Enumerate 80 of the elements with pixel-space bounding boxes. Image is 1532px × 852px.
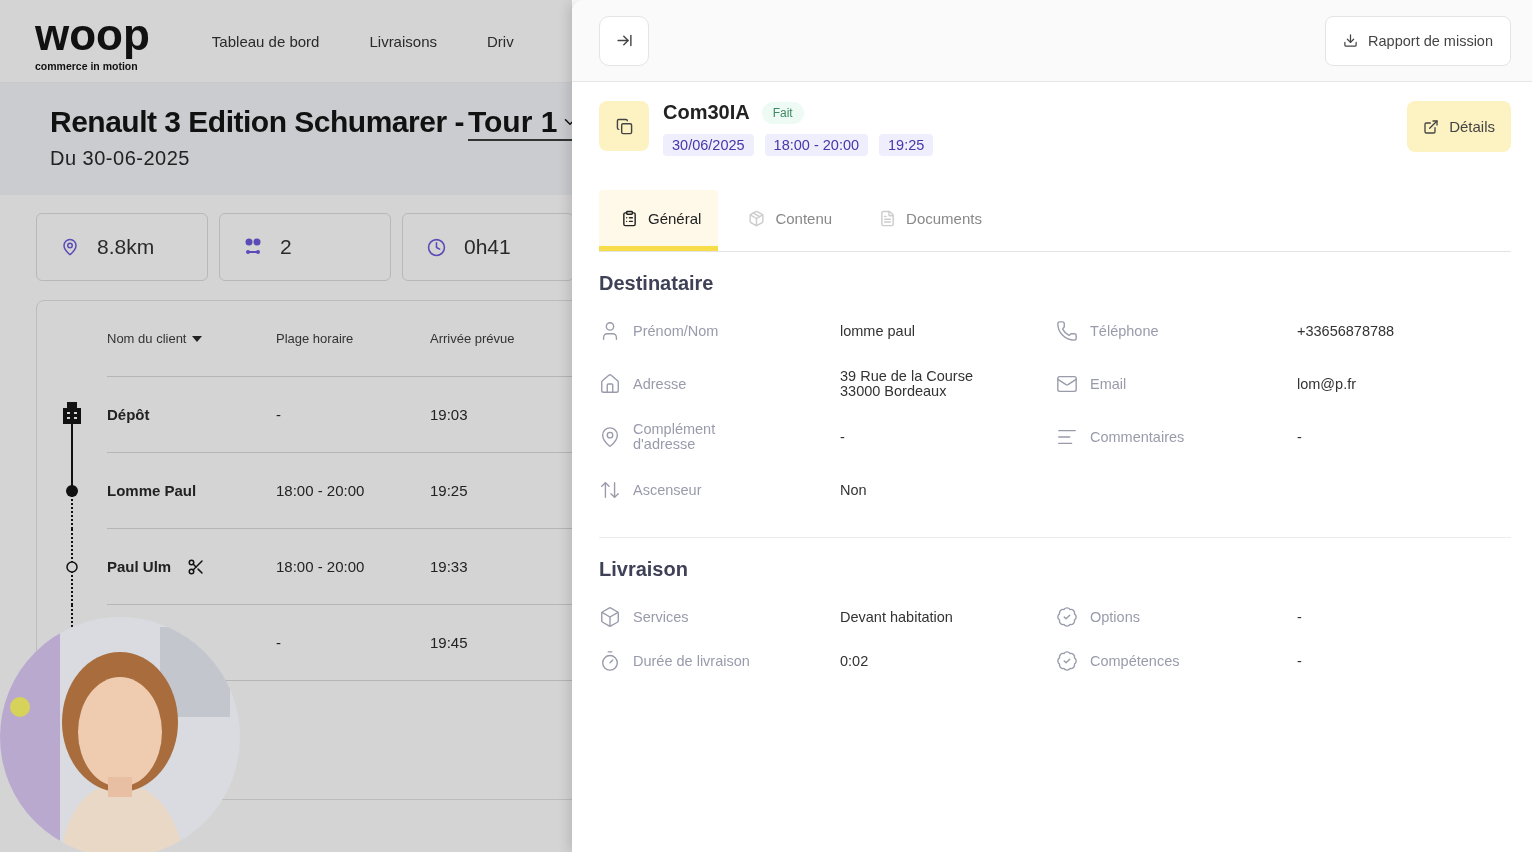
- field-value: 39 Rue de la Course 33000 Bordeaux: [840, 369, 974, 399]
- tour-title: Renault 3 Edition Schumarer -: [50, 105, 464, 140]
- field-value: -: [1297, 609, 1303, 625]
- field-label: Complément d'adresse: [633, 422, 716, 452]
- clipboard-icon: [621, 209, 638, 227]
- details-button[interactable]: Détails: [1407, 101, 1511, 152]
- field-label: Durée de livraison: [633, 653, 750, 669]
- external-link-icon: [1423, 118, 1440, 135]
- table-cell: -: [276, 634, 281, 651]
- route-pins-icon: [244, 238, 262, 256]
- stat-value: 8.8km: [97, 235, 155, 259]
- clock-icon: [427, 237, 446, 257]
- report-button[interactable]: Rapport de mission: [1325, 15, 1511, 66]
- table-cell: 19:03: [430, 406, 468, 423]
- field-label: Ascenseur: [633, 482, 702, 498]
- field-value: -: [840, 429, 846, 445]
- stopwatch-icon: [599, 650, 621, 672]
- field-value: lomme paul: [840, 323, 916, 339]
- package-icon: [748, 209, 766, 227]
- order-reference: Com30IA: [663, 101, 750, 124]
- info-chip: 19:25: [879, 134, 934, 156]
- map-pin-icon: [599, 426, 621, 448]
- logo-wordmark: woop: [35, 9, 150, 60]
- nav-link[interactable]: Livraisons: [369, 32, 437, 50]
- field-label: Compétences: [1090, 653, 1180, 669]
- phone-icon: [1056, 320, 1078, 342]
- table-cell: 19:25: [430, 482, 468, 499]
- info-chip: 18:00 - 20:00: [764, 134, 869, 156]
- nav-link[interactable]: Driv: [487, 32, 514, 50]
- column-header: Plage horaire: [276, 331, 354, 346]
- field-label: Prénom/Nom: [633, 323, 719, 339]
- field-label: Services: [633, 609, 689, 625]
- table-cell: Dépôt: [107, 406, 150, 423]
- house-icon: [599, 373, 621, 395]
- field-label: Email: [1090, 376, 1127, 392]
- table-cell: 18:00 - 20:00: [276, 482, 365, 499]
- arrow-to-line-icon: [615, 32, 633, 49]
- tab[interactable]: Contenu: [726, 190, 850, 251]
- stat-value: 2: [280, 235, 292, 259]
- sort-caret-icon[interactable]: [192, 335, 203, 342]
- download-icon: [1343, 33, 1359, 48]
- tab[interactable]: Documents: [857, 190, 999, 251]
- field-value: +33656878788: [1297, 323, 1396, 339]
- field-label: Adresse: [633, 376, 687, 392]
- section-title: Livraison: [599, 558, 689, 581]
- table-cell: 18:00 - 20:00: [276, 558, 365, 575]
- mail-icon: [1056, 373, 1078, 395]
- copy-button[interactable]: [599, 101, 649, 151]
- field-value: Devant habitation: [840, 609, 954, 625]
- logo-tagline: commerce in motion: [35, 59, 139, 73]
- status-badge: Fait: [761, 101, 804, 124]
- field-value: Non: [840, 482, 868, 498]
- badge-check-icon: [1056, 650, 1078, 672]
- map-pin-icon: [61, 238, 79, 256]
- stat-value: 0h41: [464, 235, 511, 259]
- field-label: Téléphone: [1090, 323, 1159, 339]
- document-icon: [879, 209, 897, 227]
- field-value: 0:02: [840, 653, 870, 669]
- nav-link[interactable]: Tableau de bord: [211, 32, 320, 50]
- table-cell: Lomme Paul: [107, 482, 197, 499]
- section-title: Destinataire: [599, 272, 715, 295]
- field-value: -: [1297, 429, 1303, 445]
- field-label: Commentaires: [1090, 429, 1185, 445]
- cube-icon: [599, 606, 621, 628]
- field-label: Options: [1090, 609, 1140, 625]
- table-cell: 19:33: [430, 558, 468, 575]
- table-cell: Paul Ulm: [107, 558, 172, 575]
- elevator-icon: [599, 479, 621, 501]
- copy-icon: [615, 117, 633, 135]
- tab[interactable]: Général: [599, 190, 719, 251]
- field-value: -: [1297, 653, 1303, 669]
- column-header: Arrivée prévue: [430, 331, 515, 346]
- info-chip: 30/06/2025: [663, 134, 754, 156]
- tour-date: Du 30-06-2025: [50, 147, 191, 170]
- table-cell: 19:45: [430, 634, 468, 651]
- badge-check-icon: [1056, 606, 1078, 628]
- column-header[interactable]: Nom du client: [107, 331, 187, 346]
- table-cell: -: [276, 406, 281, 423]
- scissors-icon[interactable]: [187, 557, 206, 576]
- field-value: lom@p.fr: [1297, 376, 1358, 392]
